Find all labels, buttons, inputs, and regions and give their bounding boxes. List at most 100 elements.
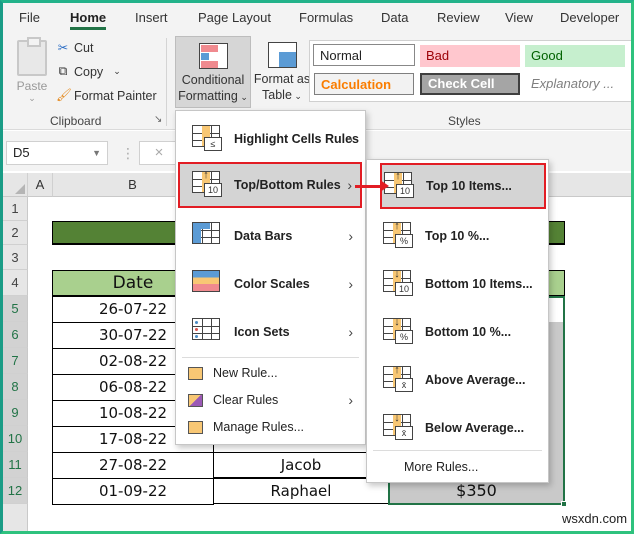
rule-icon: ↓ 10 — [383, 268, 413, 298]
row-header-5[interactable]: 5 — [3, 296, 28, 322]
highlight-cells-icon: ≤ — [192, 125, 222, 153]
group-separator — [166, 38, 167, 126]
row-header-8[interactable]: 8 — [3, 374, 28, 400]
menu-item-top-10[interactable]: ↑% Top 10 %... — [371, 214, 544, 258]
tab-data[interactable]: Data — [381, 10, 408, 25]
chevron-right-icon: › — [347, 177, 352, 193]
style-calculation[interactable]: Calculation — [314, 73, 414, 95]
rule-icon: ↓ x̄ — [383, 412, 413, 442]
menu-separator — [182, 357, 359, 358]
menu-label: Top/Bottom Rules — [234, 178, 341, 192]
new-rule-icon — [188, 366, 203, 380]
tab-view[interactable]: View — [505, 10, 533, 25]
column-header-a[interactable]: A — [28, 173, 53, 197]
menu-item-bottom-10-items[interactable]: ↓ 10 Bottom 10 Items... — [371, 262, 544, 306]
format-as-table-button[interactable]: Format as Table ⌄ — [252, 40, 312, 104]
tab-home[interactable]: Home — [70, 10, 107, 30]
row-header-3[interactable]: 3 — [3, 245, 28, 270]
style-normal[interactable]: Normal — [313, 44, 415, 66]
style-explanatory[interactable]: Explanatory ... — [525, 73, 625, 95]
menu-label: Bottom 10 %... — [425, 325, 512, 339]
cut-button[interactable]: ✂ Cut — [56, 40, 94, 56]
clipboard-group-label: Clipboard — [50, 114, 102, 128]
chevron-down-icon: ⌄ — [291, 91, 302, 101]
drag-handle-icon[interactable]: ⋮ — [121, 145, 135, 162]
menu-item-icon-sets[interactable]: Icon Sets › — [180, 310, 361, 354]
date-cell[interactable]: 01-09-22 — [52, 478, 214, 505]
row-header-6[interactable]: 6 — [3, 322, 28, 348]
chevron-down-icon[interactable]: ⌄ — [113, 66, 121, 77]
chevron-right-icon: › — [348, 392, 353, 408]
chevron-down-icon: ⌄ — [28, 93, 36, 103]
copy-label: Copy — [74, 64, 104, 79]
date-cell[interactable]: 27-08-22 — [52, 452, 214, 479]
row-header-7[interactable]: 7 — [3, 348, 28, 374]
menu-label: Top 10 %... — [425, 229, 490, 243]
menu-item-bottom-10[interactable]: ↓% Bottom 10 %... — [371, 310, 544, 354]
menu-label: Highlight Cells Rules — [234, 132, 360, 146]
tab-review[interactable]: Review — [437, 10, 480, 25]
row-header-10[interactable]: 10 — [3, 426, 28, 452]
data-bars-icon — [192, 222, 222, 250]
menu-label: Top 10 Items... — [426, 179, 512, 193]
row-header-9[interactable]: 9 — [3, 400, 28, 426]
paintbrush-icon: 🖌 — [56, 88, 72, 102]
dropdown-arrow-icon[interactable]: ▼ — [92, 142, 101, 164]
tab-file[interactable]: File — [19, 10, 40, 25]
menu-item-clear-rules[interactable]: Clear Rules › — [180, 387, 361, 413]
tab-developer[interactable]: Developer — [560, 10, 619, 25]
paste-button[interactable]: Paste ⌄ — [14, 37, 50, 104]
chevron-right-icon: › — [348, 324, 353, 340]
format-painter-label: Format Painter — [74, 88, 157, 103]
conditional-formatting-icon — [198, 43, 228, 69]
menu-item-highlight-cells-rules[interactable]: ≤ Highlight Cells Rules › — [180, 117, 361, 161]
cancel-button[interactable]: × — [139, 141, 179, 165]
dialog-launcher-icon[interactable]: ↘ — [154, 114, 162, 125]
style-check-cell[interactable]: Check Cell — [420, 73, 520, 95]
menu-item-top-bottom-rules[interactable]: ↑ 10 Top/Bottom Rules › — [178, 162, 362, 208]
name-cell-row12[interactable]: Raphael — [213, 478, 389, 504]
paste-label: Paste — [16, 79, 48, 93]
tab-insert[interactable]: Insert — [135, 10, 168, 25]
menu-item-color-scales[interactable]: Color Scales › — [180, 262, 361, 306]
conditional-formatting-menu: ≤ Highlight Cells Rules › ↑ 10 Top/Bottom… — [175, 110, 366, 445]
menu-item-above-average[interactable]: ↑ x̄ Above Average... — [371, 358, 544, 402]
menu-label: Bottom 10 Items... — [425, 277, 533, 291]
name-cell-row11[interactable]: Jacob — [213, 452, 389, 478]
copy-icon: ⧉ — [58, 64, 68, 78]
menu-item-data-bars[interactable]: Data Bars › — [180, 214, 361, 258]
row-header-1[interactable]: 1 — [3, 197, 28, 221]
row-header-2[interactable]: 2 — [3, 221, 28, 245]
name-box-value: D5 — [13, 145, 30, 160]
format-painter-button[interactable]: 🖌 Format Painter — [56, 88, 157, 103]
select-all-button[interactable] — [3, 173, 28, 197]
row-header-12[interactable]: 12 — [3, 478, 28, 504]
copy-button[interactable]: ⧉ Copy ⌄ — [56, 64, 121, 79]
cut-label: Cut — [74, 40, 94, 55]
row-header-4[interactable]: 4 — [3, 270, 28, 296]
menu-label: Below Average... — [425, 421, 525, 435]
menu-label: Icon Sets — [234, 325, 290, 339]
rule-icon: ↓% — [383, 316, 413, 346]
name-box[interactable]: D5 ▼ — [6, 141, 108, 165]
scissors-icon: ✂ — [57, 41, 69, 55]
menu-item-top-10-items[interactable]: ↑ 10 Top 10 Items... — [380, 163, 546, 209]
menu-item-more-rules[interactable]: More Rules... — [371, 454, 544, 480]
row-header-empty — [3, 504, 28, 534]
menu-item-below-average[interactable]: ↓ x̄ Below Average... — [371, 406, 544, 450]
menu-label: Above Average... — [425, 373, 526, 387]
menu-item-manage-rules[interactable]: Manage Rules... — [180, 414, 361, 440]
conditional-formatting-button[interactable]: Conditional Formatting ⌄ — [175, 36, 251, 108]
style-bad[interactable]: Bad — [420, 45, 520, 67]
style-good[interactable]: Good — [525, 45, 625, 67]
tab-page-layout[interactable]: Page Layout — [198, 10, 271, 25]
row-header-11[interactable]: 11 — [3, 452, 28, 478]
select-all-triangle-icon — [15, 184, 25, 194]
cell-styles-gallery: Normal Bad Good Calculation Check Cell E… — [309, 40, 634, 102]
chevron-right-icon: › — [348, 228, 353, 244]
tab-formulas[interactable]: Formulas — [299, 10, 353, 25]
fill-handle[interactable] — [561, 501, 567, 507]
menu-label: More Rules... — [404, 460, 479, 474]
menu-item-new-rule[interactable]: New Rule... — [180, 360, 361, 386]
styles-group-label: Styles — [448, 114, 481, 128]
